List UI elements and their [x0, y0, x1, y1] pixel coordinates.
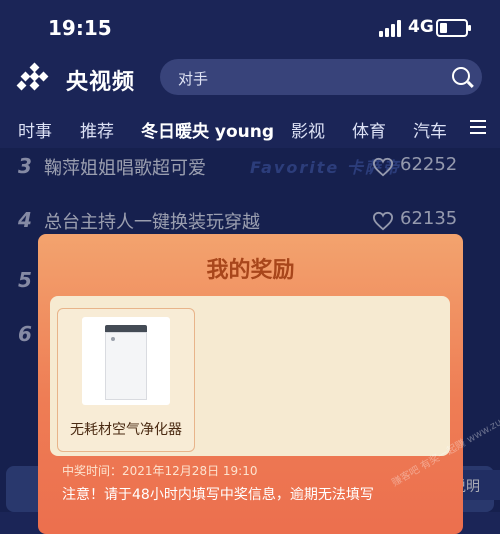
status-bar: 19:15 4G — [0, 0, 500, 52]
channel-tabs: 时事 推荐 冬日暖央 young 影视 体育 汽车 — [0, 106, 500, 148]
purifier-top — [105, 325, 147, 332]
search-input[interactable]: 对手 — [178, 68, 208, 89]
reward-modal: 我的奖励 无耗材空气净化器 中奖时间：2021年12月28日 19:10 注意！… — [38, 234, 463, 534]
purifier-body — [105, 332, 147, 400]
tab-qiche[interactable]: 汽车 — [413, 117, 447, 142]
menu-icon[interactable] — [470, 120, 486, 134]
prize-card[interactable]: 无耗材空气净化器 — [57, 308, 195, 452]
network-label: 4G — [408, 17, 434, 37]
win-time: 中奖时间：2021年12月28日 19:10 — [62, 464, 258, 478]
tab-tuijian[interactable]: 推荐 — [80, 117, 114, 142]
prize-name: 无耗材空气净化器 — [70, 422, 182, 438]
signal-icon — [379, 19, 403, 37]
battery-level — [440, 23, 447, 33]
notice-text: 注意！请于48小时内填写中奖信息，逾期无法填写 — [62, 487, 374, 503]
tab-shishi[interactable]: 时事 — [18, 117, 52, 142]
air-purifier-image — [82, 317, 170, 405]
cctv-logo-icon[interactable] — [16, 62, 52, 91]
tab-dongri-nuanyang[interactable]: 冬日暖央 young — [141, 117, 274, 142]
battery-icon — [436, 19, 471, 37]
app-name: 央视频 — [66, 70, 136, 95]
purifier-logo-dot — [111, 337, 115, 341]
tab-yingshi[interactable]: 影视 — [291, 117, 325, 142]
status-time: 19:15 — [48, 16, 112, 40]
prize-panel: 无耗材空气净化器 — [50, 296, 450, 456]
tab-tiyu[interactable]: 体育 — [352, 117, 386, 142]
modal-title: 我的奖励 — [206, 258, 295, 283]
app-header: 央视频 对手 — [0, 52, 500, 102]
search-box[interactable]: 对手 — [160, 59, 482, 95]
search-icon[interactable] — [452, 67, 470, 85]
